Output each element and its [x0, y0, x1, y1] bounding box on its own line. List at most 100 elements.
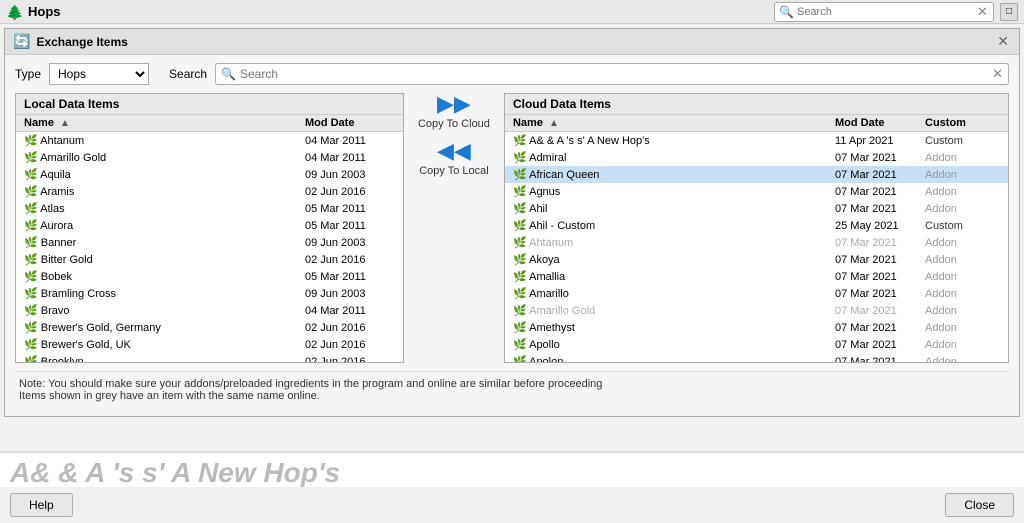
cloud-row-name: 🌿 Apollo	[513, 338, 835, 351]
table-row[interactable]: 🌿 Bramling Cross 09 Jun 2003	[16, 285, 403, 302]
table-row[interactable]: 🌿 Ahil 07 Mar 2021 Addon	[505, 200, 1008, 217]
table-row[interactable]: 🌿 Aurora 05 Mar 2011	[16, 217, 403, 234]
cloud-row-moddate: 07 Mar 2021	[835, 271, 925, 283]
title-bar: 🌲 Hops 🔍 ✕ □	[0, 0, 1024, 24]
cloud-row-custom: Addon	[925, 322, 1000, 334]
table-row[interactable]: 🌿 Aquila 09 Jun 2003	[16, 166, 403, 183]
bottom-preview: A& & A 's s' A New Hop's	[0, 451, 1024, 487]
hop-icon: 🌿	[513, 254, 527, 266]
cloud-row-custom: Custom	[925, 135, 1000, 147]
copy-to-cloud-button[interactable]: ▶▶ Copy To Cloud	[418, 93, 490, 130]
table-row[interactable]: 🌿 Ahil - Custom 25 May 2021 Custom	[505, 217, 1008, 234]
local-row-name: 🌿 Bitter Gold	[24, 253, 305, 266]
local-row-name: 🌿 Atlas	[24, 202, 305, 215]
local-table-body[interactable]: 🌿 Ahtanum 04 Mar 2011 🌿 Amarillo Gold 04…	[16, 132, 403, 362]
bottom-preview-text: A& & A 's s' A New Hop's	[10, 457, 340, 487]
table-row[interactable]: 🌿 Admiral 07 Mar 2021 Addon	[505, 149, 1008, 166]
note-line2: Items shown in grey have an item with th…	[19, 390, 1005, 402]
table-row[interactable]: 🌿 Aramis 02 Jun 2016	[16, 183, 403, 200]
table-row[interactable]: 🌿 Bitter Gold 02 Jun 2016	[16, 251, 403, 268]
dialog-content: Type Hops Search 🔍 ✕ Local Data Items Na…	[5, 55, 1019, 416]
cloud-row-name: 🌿 Agnus	[513, 185, 835, 198]
cloud-row-moddate: 11 Apr 2021	[835, 135, 925, 147]
hop-icon: 🌿	[513, 203, 527, 215]
local-row-moddate: 02 Jun 2016	[305, 339, 395, 351]
dialog-icon: 🔄	[13, 33, 30, 50]
search-input[interactable]	[240, 67, 992, 81]
title-search-box[interactable]: 🔍 ✕	[774, 2, 994, 22]
hop-icon: 🌿	[24, 169, 38, 181]
table-row[interactable]: 🌿 Atlas 05 Mar 2011	[16, 200, 403, 217]
panels-row: Local Data Items Name ▲ Mod Date 🌿 Ahtan…	[15, 93, 1009, 363]
table-row[interactable]: 🌿 Amethyst 07 Mar 2021 Addon	[505, 319, 1008, 336]
close-button[interactable]: Close	[945, 493, 1014, 517]
cloud-row-name: 🌿 Akoya	[513, 253, 835, 266]
table-row[interactable]: 🌿 Bravo 04 Mar 2011	[16, 302, 403, 319]
hop-icon: 🌿	[513, 322, 527, 334]
table-row[interactable]: 🌿 Akoya 07 Mar 2021 Addon	[505, 251, 1008, 268]
table-row[interactable]: 🌿 Ahtanum 04 Mar 2011	[16, 132, 403, 149]
table-row[interactable]: 🌿 Brooklyn 02 Jun 2016	[16, 353, 403, 362]
table-row[interactable]: 🌿 Amallia 07 Mar 2021 Addon	[505, 268, 1008, 285]
type-label: Type	[15, 67, 41, 81]
cloud-panel: Cloud Data Items Name ▲ Mod Date Custom …	[504, 93, 1009, 363]
cloud-row-name: 🌿 African Queen	[513, 168, 835, 181]
type-select[interactable]: Hops	[49, 63, 149, 85]
hop-icon: 🌿	[513, 135, 527, 147]
dialog-close-button[interactable]: ✕	[995, 33, 1011, 50]
local-row-name: 🌿 Ahtanum	[24, 134, 305, 147]
table-row[interactable]: 🌿 Amarillo Gold 07 Mar 2021 Addon	[505, 302, 1008, 319]
local-row-name: 🌿 Bramling Cross	[24, 287, 305, 300]
hop-icon: 🌿	[24, 237, 38, 249]
hop-icon: 🌿	[24, 135, 38, 147]
search-box[interactable]: 🔍 ✕	[215, 63, 1009, 85]
middle-buttons: ▶▶ Copy To Cloud ◀◀ Copy To Local	[404, 93, 504, 177]
table-row[interactable]: 🌿 A& & A 's s' A New Hop's 11 Apr 2021 C…	[505, 132, 1008, 149]
cloud-table-body[interactable]: 🌿 A& & A 's s' A New Hop's 11 Apr 2021 C…	[505, 132, 1008, 362]
search-icon: 🔍	[221, 67, 236, 81]
hop-icon: 🌿	[24, 356, 38, 362]
dialog-title-bar: 🔄 Exchange Items ✕	[5, 29, 1019, 55]
hop-icon: 🌿	[24, 271, 38, 283]
table-row[interactable]: 🌿 Ahtanum 07 Mar 2021 Addon	[505, 234, 1008, 251]
table-row[interactable]: 🌿 Apolon 07 Mar 2021 Addon	[505, 353, 1008, 362]
copy-to-local-button[interactable]: ◀◀ Copy To Local	[419, 140, 489, 177]
table-row[interactable]: 🌿 Amarillo 07 Mar 2021 Addon	[505, 285, 1008, 302]
cloud-row-custom: Addon	[925, 237, 1000, 249]
filter-row: Type Hops Search 🔍 ✕	[15, 63, 1009, 85]
hop-icon: 🌿	[24, 339, 38, 351]
local-row-moddate: 09 Jun 2003	[305, 237, 395, 249]
help-button[interactable]: Help	[10, 493, 73, 517]
cloud-row-moddate: 07 Mar 2021	[835, 186, 925, 198]
table-row[interactable]: 🌿 Apollo 07 Mar 2021 Addon	[505, 336, 1008, 353]
table-row[interactable]: 🌿 Brewer's Gold, Germany 02 Jun 2016	[16, 319, 403, 336]
cloud-row-name: 🌿 Ahtanum	[513, 236, 835, 249]
local-panel-title: Local Data Items	[16, 94, 403, 115]
cloud-row-moddate: 25 May 2021	[835, 220, 925, 232]
title-search-input[interactable]	[797, 6, 977, 18]
hop-icon: 🌿	[24, 322, 38, 334]
cloud-row-name: 🌿 Amallia	[513, 270, 835, 283]
local-row-moddate: 05 Mar 2011	[305, 271, 395, 283]
table-row[interactable]: 🌿 Banner 09 Jun 2003	[16, 234, 403, 251]
title-search-clear-icon[interactable]: ✕	[977, 4, 988, 20]
exchange-dialog: 🔄 Exchange Items ✕ Type Hops Search 🔍 ✕ …	[4, 28, 1020, 417]
table-row[interactable]: 🌿 Brewer's Gold, UK 02 Jun 2016	[16, 336, 403, 353]
hop-icon: 🌿	[24, 220, 38, 232]
title-btn-1[interactable]: □	[1000, 3, 1018, 21]
table-row[interactable]: 🌿 Bobek 05 Mar 2011	[16, 268, 403, 285]
table-row[interactable]: 🌿 African Queen 07 Mar 2021 Addon	[505, 166, 1008, 183]
cloud-row-custom: Addon	[925, 186, 1000, 198]
local-row-moddate: 02 Jun 2016	[305, 254, 395, 266]
local-row-name: 🌿 Aquila	[24, 168, 305, 181]
local-row-moddate: 04 Mar 2011	[305, 305, 395, 317]
title-bar-buttons: □	[1000, 3, 1018, 21]
table-row[interactable]: 🌿 Amarillo Gold 04 Mar 2011	[16, 149, 403, 166]
local-row-name: 🌿 Amarillo Gold	[24, 151, 305, 164]
local-row-moddate: 02 Jun 2016	[305, 186, 395, 198]
table-row[interactable]: 🌿 Agnus 07 Mar 2021 Addon	[505, 183, 1008, 200]
local-row-moddate: 09 Jun 2003	[305, 288, 395, 300]
cloud-row-custom: Addon	[925, 254, 1000, 266]
cloud-row-custom: Addon	[925, 339, 1000, 351]
search-clear-icon[interactable]: ✕	[992, 66, 1003, 82]
